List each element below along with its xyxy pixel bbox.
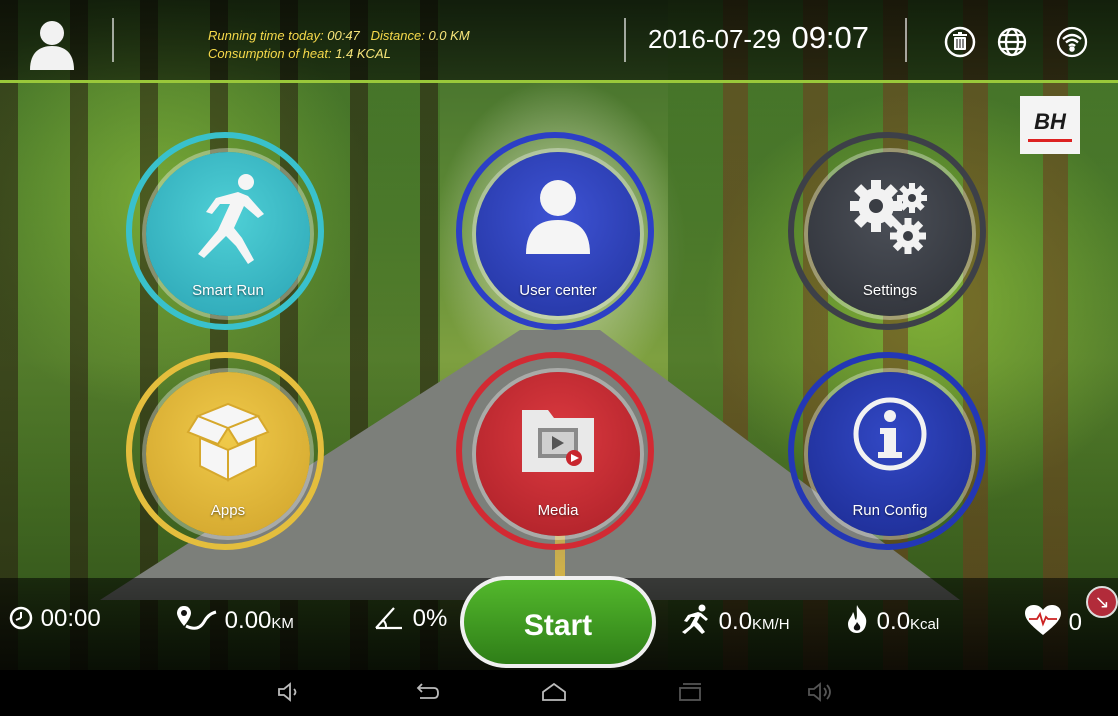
globe-icon[interactable] [996, 26, 1028, 58]
today-stats: Running time today: 00:47 Distance: 0.0 … [208, 26, 470, 64]
media-folder-icon [508, 388, 608, 488]
incline-value: 0% [412, 605, 448, 632]
heart-icon [1025, 605, 1061, 635]
calories-value: 0.0 [876, 608, 911, 635]
speed-value: 0.0 [718, 608, 753, 635]
distance-label: Distance: [370, 28, 425, 43]
header-divider-left [112, 18, 114, 62]
distance-metric-unit: KM [271, 615, 294, 632]
settings-label: Settings [862, 282, 918, 299]
stopwatch-icon [9, 606, 33, 630]
distance-metric: 0.00KM [176, 604, 294, 635]
speed-metric: 0.0KM/H [676, 604, 790, 636]
runner-icon [178, 168, 278, 268]
current-date: 2016-07-29 [648, 24, 781, 54]
speed-unit: KM/H [752, 616, 790, 633]
volume-down-icon[interactable] [276, 680, 304, 704]
settings-button[interactable]: Settings [788, 132, 986, 330]
trash-icon[interactable] [944, 26, 976, 58]
calories-metric: 0.0Kcal [844, 604, 939, 636]
header-divider-right [905, 18, 907, 62]
timer-value: 00:00 [40, 605, 101, 632]
home-icon[interactable] [540, 680, 568, 704]
bh-brand-logo: BH [1020, 96, 1080, 154]
datetime: 2016-07-29 09:07 [648, 20, 869, 56]
media-button[interactable]: Media [456, 352, 654, 550]
user-center-label: User center [519, 282, 597, 299]
heart-rate-metric: 0 [1024, 604, 1082, 637]
running-time-value: 00:47 [327, 28, 360, 43]
volume-up-icon[interactable] [806, 680, 834, 704]
media-label: Media [537, 502, 579, 519]
recent-apps-icon[interactable] [676, 680, 704, 704]
box-icon [178, 388, 278, 488]
heat-label: Consumption of heat: [208, 46, 332, 61]
wifi-icon[interactable] [1056, 26, 1088, 58]
timer-metric: 00:00 [8, 604, 101, 633]
heat-value: 1.4 KCAL [335, 46, 391, 61]
distance-value: 0.0 KM [428, 28, 470, 43]
run-config-button[interactable]: Run Config [788, 352, 986, 550]
back-icon[interactable] [412, 680, 440, 704]
heart-rate-value: 0 [1068, 609, 1083, 636]
running-time-label: Running time today: [208, 28, 324, 43]
incline-icon [375, 607, 402, 630]
info-icon [840, 388, 940, 488]
header-divider-mid [624, 18, 626, 62]
run-config-label: Run Config [852, 502, 928, 519]
user-center-button[interactable]: User center [456, 132, 654, 330]
user-icon [508, 168, 608, 268]
apps-button[interactable]: Apps [126, 352, 324, 550]
smart-run-button[interactable]: Smart Run [126, 132, 324, 330]
incline-metric: 0% [372, 604, 447, 633]
current-time: 09:07 [791, 20, 870, 55]
collapse-arrow-icon[interactable]: ↘ [1086, 586, 1118, 618]
user-avatar-icon[interactable] [28, 18, 76, 70]
runner-speed-icon [682, 604, 708, 634]
calories-unit: Kcal [910, 616, 940, 633]
apps-label: Apps [210, 502, 246, 519]
flame-icon [848, 605, 867, 633]
route-icon [177, 606, 217, 630]
gears-icon [840, 168, 940, 268]
start-button[interactable]: Start [460, 576, 656, 668]
distance-metric-value: 0.00 [224, 607, 272, 634]
smart-run-label: Smart Run [192, 282, 264, 299]
